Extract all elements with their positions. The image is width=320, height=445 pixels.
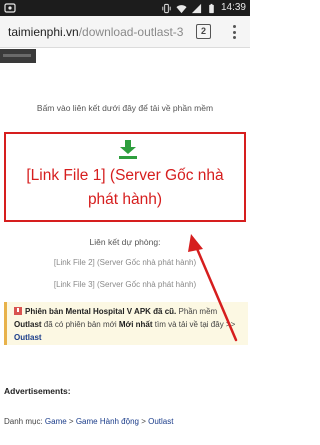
- backup-link-3[interactable]: [Link File 3] (Server Gốc nhà phát hành): [0, 280, 250, 289]
- overflow-menu-icon[interactable]: [228, 23, 240, 41]
- breadcrumb-item-action-game[interactable]: Game Hành động: [76, 417, 139, 426]
- breadcrumb-label: Danh mục:: [4, 417, 45, 426]
- notice-text: đã có phiên bản mới: [41, 320, 117, 329]
- breadcrumb: Danh mục: Game > Game Hành động > Outlas…: [4, 417, 173, 426]
- breadcrumb-item-outlast[interactable]: Outlast: [148, 417, 173, 426]
- breadcrumb-item-game[interactable]: Game: [45, 417, 67, 426]
- vibrate-icon: [162, 3, 171, 13]
- notice-bold-text: Phiên bản Mental Hospital V APK đã cũ.: [25, 307, 177, 316]
- tab-switcher-button[interactable]: 2: [196, 24, 211, 39]
- cropped-image: [0, 49, 36, 63]
- backup-links-title: Liên kết dự phòng:: [89, 237, 161, 247]
- battery-icon: [209, 3, 214, 13]
- notice-outlast-link[interactable]: Outlast: [14, 333, 42, 342]
- notice-text: tìm và tải về tại đây >>: [152, 320, 236, 329]
- main-download-link-text[interactable]: [Link File 1] (Server Gốc nhà phát hành): [10, 164, 240, 212]
- status-bar: 14:39: [0, 0, 250, 16]
- notice-text: Phần mềm: [176, 307, 218, 316]
- breadcrumb-separator: >: [138, 417, 149, 426]
- breadcrumb-separator: >: [66, 417, 76, 426]
- notice-latest: Mới nhất: [116, 320, 153, 329]
- main-download-link[interactable]: [Link File 1] (Server Gốc nhà phát hành): [4, 132, 246, 222]
- download-instruction: Bấm vào liên kết dưới đây để tải về phần…: [36, 103, 214, 113]
- url-path: /download-outlast-3: [78, 25, 184, 39]
- wifi-icon: [176, 4, 187, 13]
- app-notification-icon: [4, 3, 16, 13]
- clock: 14:39: [220, 2, 246, 13]
- signal-icon: [191, 3, 202, 13]
- browser-toolbar: taimienphi.vn/download-outlast-3 2: [0, 16, 250, 48]
- annotation-arrow: [188, 234, 238, 342]
- version-notice: Phiên bản Mental Hospital V APK đã cũ. P…: [4, 302, 248, 345]
- advertisements-label: Advertisements:: [4, 386, 71, 396]
- notice-app-name: Outlast: [14, 320, 42, 329]
- warning-icon: [14, 307, 22, 315]
- backup-link-2[interactable]: [Link File 2] (Server Gốc nhà phát hành): [0, 258, 250, 267]
- url-host: taimienphi.vn: [8, 25, 79, 39]
- url-bar[interactable]: taimienphi.vn/download-outlast-3: [8, 24, 186, 40]
- download-arrow-icon: [119, 140, 137, 159]
